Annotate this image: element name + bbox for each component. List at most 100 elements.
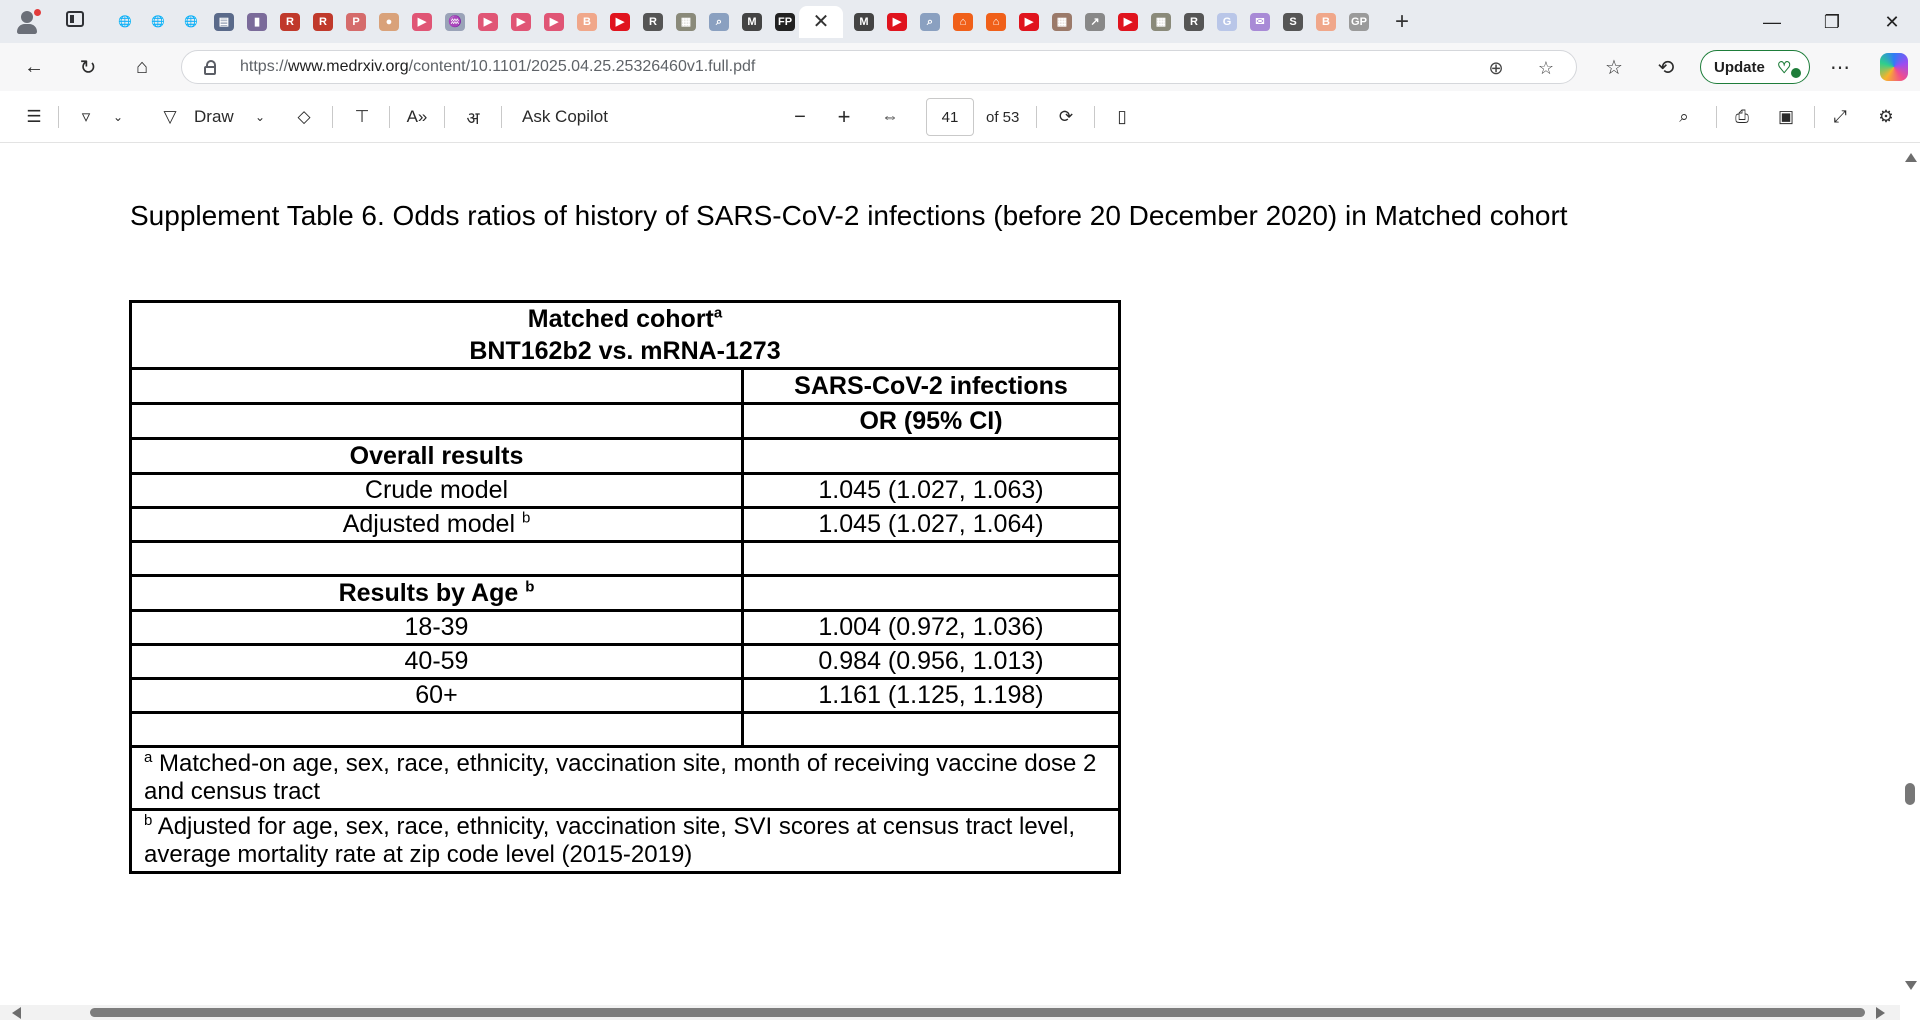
divider	[501, 106, 502, 128]
horizontal-scroll-thumb[interactable]	[90, 1008, 1865, 1017]
browser-tab[interactable]: ⌂	[979, 6, 1013, 38]
browser-tab[interactable]: ▶	[405, 6, 439, 38]
browser-tab[interactable]: ▶	[504, 6, 538, 38]
zoom-icon[interactable]: ⊕	[1484, 56, 1508, 80]
browser-tab[interactable]: R	[306, 6, 340, 38]
browser-tab[interactable]: ▮	[240, 6, 274, 38]
draw-button[interactable]: Draw	[194, 105, 234, 129]
close-tab-icon[interactable]: ✕	[811, 12, 831, 32]
save-button[interactable]: ▣	[1772, 105, 1800, 129]
browser-tab[interactable]: ▶	[537, 6, 571, 38]
draw-pen-button[interactable]: ▽	[156, 105, 184, 129]
browser-tab[interactable]: ♒	[438, 6, 472, 38]
back-button[interactable]: ←	[18, 51, 50, 83]
translate-button[interactable]: अ	[458, 105, 488, 129]
page-number-input[interactable]: 41	[926, 98, 974, 136]
restore-button[interactable]: ❐	[1812, 8, 1852, 36]
scroll-right-arrow-icon[interactable]	[1876, 1007, 1885, 1019]
favorite-star-icon[interactable]: ☆	[1534, 56, 1558, 80]
scroll-down-arrow-icon[interactable]	[1905, 981, 1917, 990]
browser-tab[interactable]: M	[847, 6, 881, 38]
update-button[interactable]: Update ♡	[1700, 50, 1810, 84]
browser-tab[interactable]: R	[1177, 6, 1211, 38]
browser-tab[interactable]: B	[1309, 6, 1343, 38]
browser-tab[interactable]: ▦	[669, 6, 703, 38]
refresh-button[interactable]: ↻	[72, 51, 104, 83]
browser-tab[interactable]: B	[570, 6, 604, 38]
zoom-in-button[interactable]: +	[832, 104, 856, 129]
scroll-up-arrow-icon[interactable]	[1905, 153, 1917, 162]
zoom-out-button[interactable]: −	[788, 105, 812, 129]
rotate-button[interactable]: ⟳	[1052, 105, 1080, 129]
profile-button[interactable]	[14, 9, 41, 35]
page-view-button[interactable]: ▯	[1108, 105, 1136, 129]
browser-tab[interactable]: M	[735, 6, 769, 38]
browser-tab[interactable]: ⌂	[946, 6, 980, 38]
search-button[interactable]: ⌕	[1670, 105, 1698, 129]
divider	[1036, 106, 1037, 128]
gp-icon: GP	[1349, 13, 1369, 31]
vertical-scrollbar[interactable]	[1900, 143, 1920, 1005]
contents-button[interactable]: ☰	[20, 105, 48, 129]
browser-tab[interactable]: R	[636, 6, 670, 38]
new-tab-button[interactable]: +	[1385, 6, 1419, 38]
draw-dropdown[interactable]: ⌄	[250, 105, 270, 129]
footnote-marker: a	[713, 304, 723, 322]
empty-cell	[129, 367, 744, 405]
browser-tab[interactable]: ▶	[1111, 6, 1145, 38]
browser-tab[interactable]: GP	[1342, 6, 1376, 38]
highlight-dropdown[interactable]: ⌄	[108, 105, 128, 129]
browser-tab[interactable]: 🌐	[174, 6, 208, 38]
empty-cell	[741, 574, 1121, 612]
add-text-button[interactable]: ⊤	[348, 105, 376, 129]
browser-tab[interactable]: ▦	[1144, 6, 1178, 38]
browser-tab[interactable]: ⌕	[702, 6, 736, 38]
results-by-age-label: Results by Age b	[129, 574, 744, 612]
active-tab[interactable]: ✕	[799, 6, 843, 38]
browser-tab[interactable]: S	[1276, 6, 1310, 38]
browser-tab[interactable]: R	[273, 6, 307, 38]
url-text[interactable]: https://www.medrxiv.org/content/10.1101/…	[240, 58, 755, 76]
browser-tab[interactable]: ▶	[880, 6, 914, 38]
full-screen-button[interactable]: ⤢	[1826, 105, 1854, 129]
table-row: 60+ 1.161 (1.125, 1.198)	[129, 677, 1121, 714]
browser-tab[interactable]: ▶	[603, 6, 637, 38]
vertical-scroll-thumb[interactable]	[1905, 783, 1915, 805]
scroll-left-arrow-icon[interactable]	[12, 1007, 21, 1019]
address-bar[interactable]: https://www.medrxiv.org/content/10.1101/…	[181, 50, 1577, 84]
browser-tab[interactable]: ▶	[471, 6, 505, 38]
settings-button[interactable]: ⚙	[1872, 105, 1900, 129]
browser-tab[interactable]: ▶	[1012, 6, 1046, 38]
favorites-button[interactable]: ☆	[1598, 51, 1630, 83]
browser-tab[interactable]: ●	[372, 6, 406, 38]
adjusted-model-value: 1.045 (1.027, 1.064)	[741, 506, 1121, 543]
erase-button[interactable]: ◇	[290, 105, 318, 129]
horizontal-scrollbar[interactable]	[0, 1005, 1900, 1020]
ask-copilot-button[interactable]: Ask Copilot	[522, 105, 608, 129]
browser-tab[interactable]: G	[1210, 6, 1244, 38]
empty-cell	[741, 437, 1121, 475]
browser-tab[interactable]: ▦	[1045, 6, 1079, 38]
browser-tab[interactable]: ✉	[1243, 6, 1277, 38]
highlight-button[interactable]: ▿	[72, 105, 100, 129]
fit-width-button[interactable]: ⇔	[876, 105, 904, 129]
print-button[interactable]: ⎙	[1728, 105, 1756, 129]
copilot-icon[interactable]	[1880, 53, 1908, 81]
more-menu-button[interactable]: ⋯	[1824, 51, 1856, 83]
browser-tab[interactable]: P	[339, 6, 373, 38]
read-aloud-button[interactable]: A»	[402, 105, 432, 129]
back-arrow-icon: ←	[24, 55, 44, 78]
browser-tab[interactable]: FP	[768, 6, 802, 38]
close-window-button[interactable]: ✕	[1872, 8, 1912, 36]
browser-tab[interactable]: ↗	[1078, 6, 1112, 38]
browser-tab[interactable]: ⌕	[913, 6, 947, 38]
lock-icon[interactable]	[204, 60, 216, 75]
browser-tab[interactable]: 🌐	[141, 6, 175, 38]
empty-cell	[741, 711, 1121, 748]
home-button[interactable]: ⌂	[126, 51, 158, 83]
browser-tab[interactable]: 🌐	[108, 6, 142, 38]
browser-tab[interactable]: ▤	[207, 6, 241, 38]
history-button[interactable]: ⟲	[1650, 51, 1682, 83]
minimize-button[interactable]: —	[1752, 8, 1792, 36]
tab-actions-icon[interactable]	[66, 11, 84, 27]
